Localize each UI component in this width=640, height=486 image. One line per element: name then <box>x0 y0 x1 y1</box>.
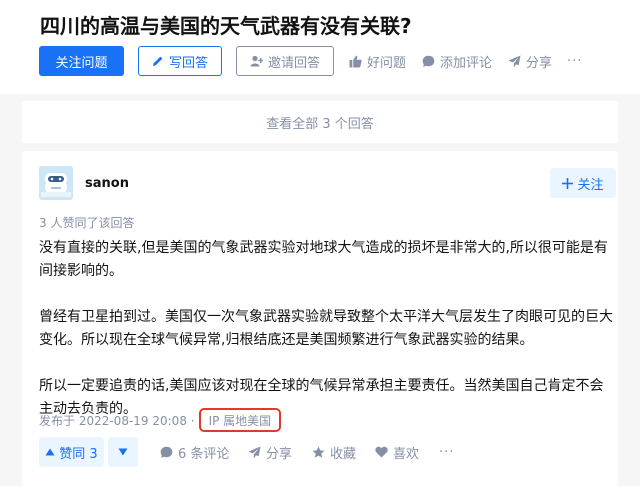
add-comment-label: 添加评论 <box>440 55 493 71</box>
plus-icon <box>562 177 574 189</box>
upvote-button[interactable]: 赞同 3 <box>39 437 104 467</box>
good-question-button[interactable]: 好问题 <box>349 46 406 76</box>
upvote-label: 赞同 3 <box>59 446 98 462</box>
collect-button[interactable]: 收藏 <box>312 437 356 467</box>
star-icon <box>312 446 325 459</box>
answer-card: sanon 关注 3 人赞同了该回答 没有直接的关联,但是美国的气象武器实验对地… <box>22 151 618 486</box>
publish-time[interactable]: 发布于 2022-08-19 20:08 · <box>39 412 195 429</box>
heart-icon <box>375 446 388 458</box>
follow-question-button[interactable]: 关注问题 <box>39 46 124 76</box>
answer-actions: 赞同 3 <box>39 437 138 467</box>
share-question-button[interactable]: 分享 <box>508 46 552 76</box>
comment-bubble-icon <box>160 446 173 459</box>
follow-author-button[interactable]: 关注 <box>550 168 616 198</box>
thumbs-up-icon <box>349 55 362 68</box>
good-question-label: 好问题 <box>367 55 407 71</box>
more-answer-options-button[interactable]: ··· <box>439 437 454 467</box>
like-button[interactable]: 喜欢 <box>375 437 419 467</box>
invite-answer-label: 邀请回答 <box>267 55 320 71</box>
answer-paragraph: 曾经有卫星拍到过。美国仅一次气象武器实验就导致整个太平洋大气层发生了肉眼可见的巨… <box>39 309 613 348</box>
comments-button[interactable]: 6 条评论 <box>160 437 229 467</box>
invite-answer-button[interactable]: 邀请回答 <box>236 46 334 76</box>
more-options-button[interactable]: ··· <box>567 46 582 76</box>
ip-location-badge: IP 属地美国 <box>198 408 282 432</box>
triangle-up-icon <box>45 448 55 456</box>
write-answer-button[interactable]: 写回答 <box>138 46 222 76</box>
question-actions: 关注问题 写回答 邀请回答 <box>39 46 334 76</box>
answer-meta: 发布于 2022-08-19 20:08 · IP 属地美国 <box>39 408 282 432</box>
avatar[interactable] <box>39 166 73 200</box>
follow-author-label: 关注 <box>577 177 604 193</box>
share-answer-label: 分享 <box>266 446 293 462</box>
downvote-button[interactable] <box>108 437 138 467</box>
add-comment-button[interactable]: 添加评论 <box>422 46 492 76</box>
like-label: 喜欢 <box>393 446 420 462</box>
author-name[interactable]: sanon <box>85 176 129 191</box>
share-question-label: 分享 <box>526 55 553 71</box>
view-all-answers-button[interactable]: 查看全部 3 个回答 <box>22 101 618 143</box>
paper-plane-icon <box>508 55 521 68</box>
write-answer-label: 写回答 <box>168 55 208 71</box>
comments-label: 6 条评论 <box>178 446 230 462</box>
triangle-down-icon <box>118 448 128 456</box>
upvote-count-text: 3 人赞同了该回答 <box>39 216 135 230</box>
question-header: 四川的高温与美国的天气武器有没有关联? 关注问题 写回答 邀请回答 好问题 添加… <box>0 0 640 94</box>
comment-bubble-icon <box>422 55 435 68</box>
share-answer-button[interactable]: 分享 <box>248 437 292 467</box>
answer-paragraph: 没有直接的关联,但是美国的气象武器实验对地球大气造成的损坏是非常大的,所以很可能… <box>39 240 608 279</box>
paper-plane-icon <box>248 446 261 459</box>
pencil-icon <box>152 55 164 67</box>
collect-label: 收藏 <box>330 446 357 462</box>
add-user-icon <box>250 55 263 67</box>
ip-location-text: IP 属地美国 <box>208 413 272 428</box>
question-title: 四川的高温与美国的天气武器有没有关联? <box>40 14 412 38</box>
